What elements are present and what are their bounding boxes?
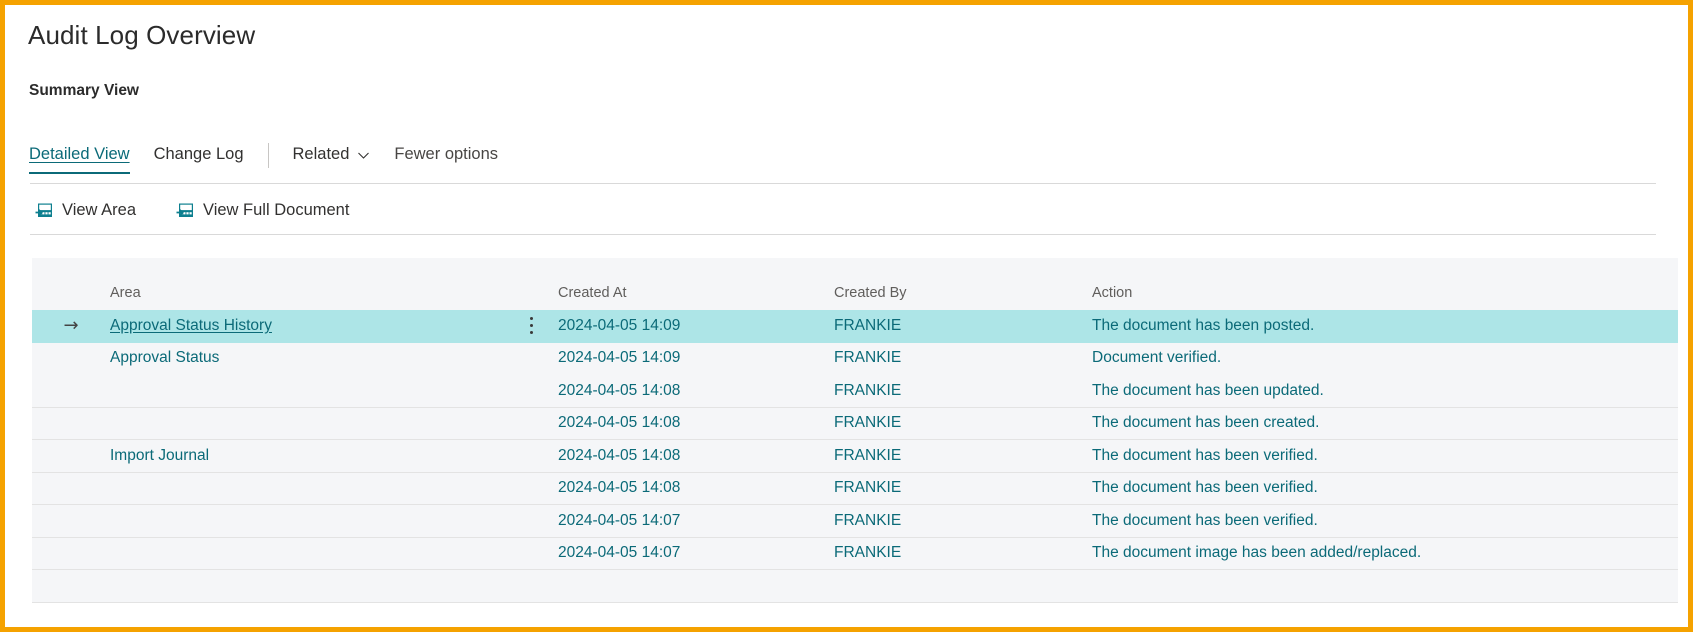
table-row[interactable]	[32, 570, 1678, 603]
cell-created-at: 2024-04-05 14:07	[558, 544, 834, 562]
ribbon-divider-vertical	[268, 143, 269, 168]
cell-created-by: FRANKIE	[834, 479, 1092, 497]
cell-action: Document verified.	[1092, 349, 1678, 367]
cell-created-at: 2024-04-05 14:08	[558, 447, 834, 465]
table-row[interactable]: → Approval Status History 2024-04-05 14:…	[32, 310, 1678, 343]
column-header-area[interactable]: Area	[110, 285, 558, 310]
grid-header-row: Area Created At Created By Action	[32, 258, 1678, 310]
cell-action: The document has been verified.	[1092, 479, 1678, 497]
table-row[interactable]: Import Journal 2024-04-05 14:08 FRANKIE …	[32, 440, 1678, 473]
cell-created-by: FRANKIE	[834, 512, 1092, 530]
cell-created-by: FRANKIE	[834, 382, 1092, 400]
cell-created-at: 2024-04-05 14:08	[558, 479, 834, 497]
table-row[interactable]: 2024-04-05 14:07 FRANKIE The document ha…	[32, 505, 1678, 538]
cell-created-by: FRANKIE	[834, 447, 1092, 465]
cell-created-by: FRANKIE	[834, 317, 1092, 335]
view-area-label: View Area	[62, 200, 136, 220]
table-row[interactable]: 2024-04-05 14:08 FRANKIE The document ha…	[32, 473, 1678, 506]
table-row[interactable]: Approval Status 2024-04-05 14:09 FRANKIE…	[32, 343, 1678, 376]
cell-created-by: FRANKIE	[834, 414, 1092, 432]
command-bar-bottom-divider	[30, 234, 1656, 235]
application-window: Audit Log Overview Summary View Detailed…	[0, 0, 1693, 632]
page-body: Audit Log Overview Summary View Detailed…	[5, 5, 1688, 627]
cell-action: The document has been updated.	[1092, 382, 1678, 400]
cell-area[interactable]: Import Journal	[110, 447, 558, 465]
cell-area[interactable]: Approval Status	[110, 349, 558, 367]
cell-created-by: FRANKIE	[834, 544, 1092, 562]
column-header-created-at[interactable]: Created At	[558, 285, 834, 310]
audit-log-grid: Area Created At Created By Action → Appr…	[32, 258, 1678, 603]
cell-created-at: 2024-04-05 14:07	[558, 512, 834, 530]
ribbon-bottom-divider	[30, 183, 1656, 184]
ribbon-tab-bar: Detailed View Change Log Related Fewer o…	[29, 143, 522, 177]
table-row[interactable]: 2024-04-05 14:07 FRANKIE The document im…	[32, 538, 1678, 571]
column-header-indicator	[32, 301, 110, 310]
area-link[interactable]: Approval Status History	[110, 317, 272, 334]
tab-change-log[interactable]: Change Log	[154, 143, 244, 172]
cell-action: The document has been verified.	[1092, 512, 1678, 530]
page-title: Audit Log Overview	[28, 20, 255, 51]
table-row[interactable]: 2024-04-05 14:08 FRANKIE The document ha…	[32, 408, 1678, 441]
view-full-document-button[interactable]: View Full Document	[170, 197, 355, 223]
column-header-created-by[interactable]: Created By	[834, 285, 1092, 310]
tab-detailed-view[interactable]: Detailed View	[29, 143, 130, 174]
chevron-down-icon	[357, 149, 370, 162]
tab-fewer-options[interactable]: Fewer options	[394, 143, 498, 172]
tab-related-label: Related	[293, 143, 350, 165]
page-subtitle: Summary View	[29, 82, 139, 100]
command-bar: View Area View Full Document	[29, 193, 383, 227]
view-area-button[interactable]: View Area	[29, 197, 142, 223]
table-row[interactable]: 2024-04-05 14:08 FRANKIE The document ha…	[32, 375, 1678, 408]
cell-action: The document has been posted.	[1092, 317, 1678, 335]
cell-created-at: 2024-04-05 14:08	[558, 414, 834, 432]
row-indicator-arrow-icon: →	[32, 317, 110, 335]
tab-related-dropdown[interactable]: Related	[293, 143, 371, 172]
cell-created-at: 2024-04-05 14:09	[558, 317, 834, 335]
view-document-icon	[176, 202, 194, 219]
cell-created-by: FRANKIE	[834, 349, 1092, 367]
cell-action: The document has been created.	[1092, 414, 1678, 432]
row-options-kebab-icon[interactable]	[530, 317, 534, 335]
view-full-document-label: View Full Document	[203, 200, 349, 220]
cell-action: The document has been verified.	[1092, 447, 1678, 465]
cell-created-at: 2024-04-05 14:08	[558, 382, 834, 400]
cell-created-at: 2024-04-05 14:09	[558, 349, 834, 367]
cell-area[interactable]: Approval Status History	[110, 317, 558, 335]
area-text: Approval Status	[110, 349, 219, 366]
cell-action: The document image has been added/replac…	[1092, 544, 1678, 562]
area-text: Import Journal	[110, 447, 209, 464]
column-header-action[interactable]: Action	[1092, 285, 1678, 310]
view-area-icon	[35, 202, 53, 219]
